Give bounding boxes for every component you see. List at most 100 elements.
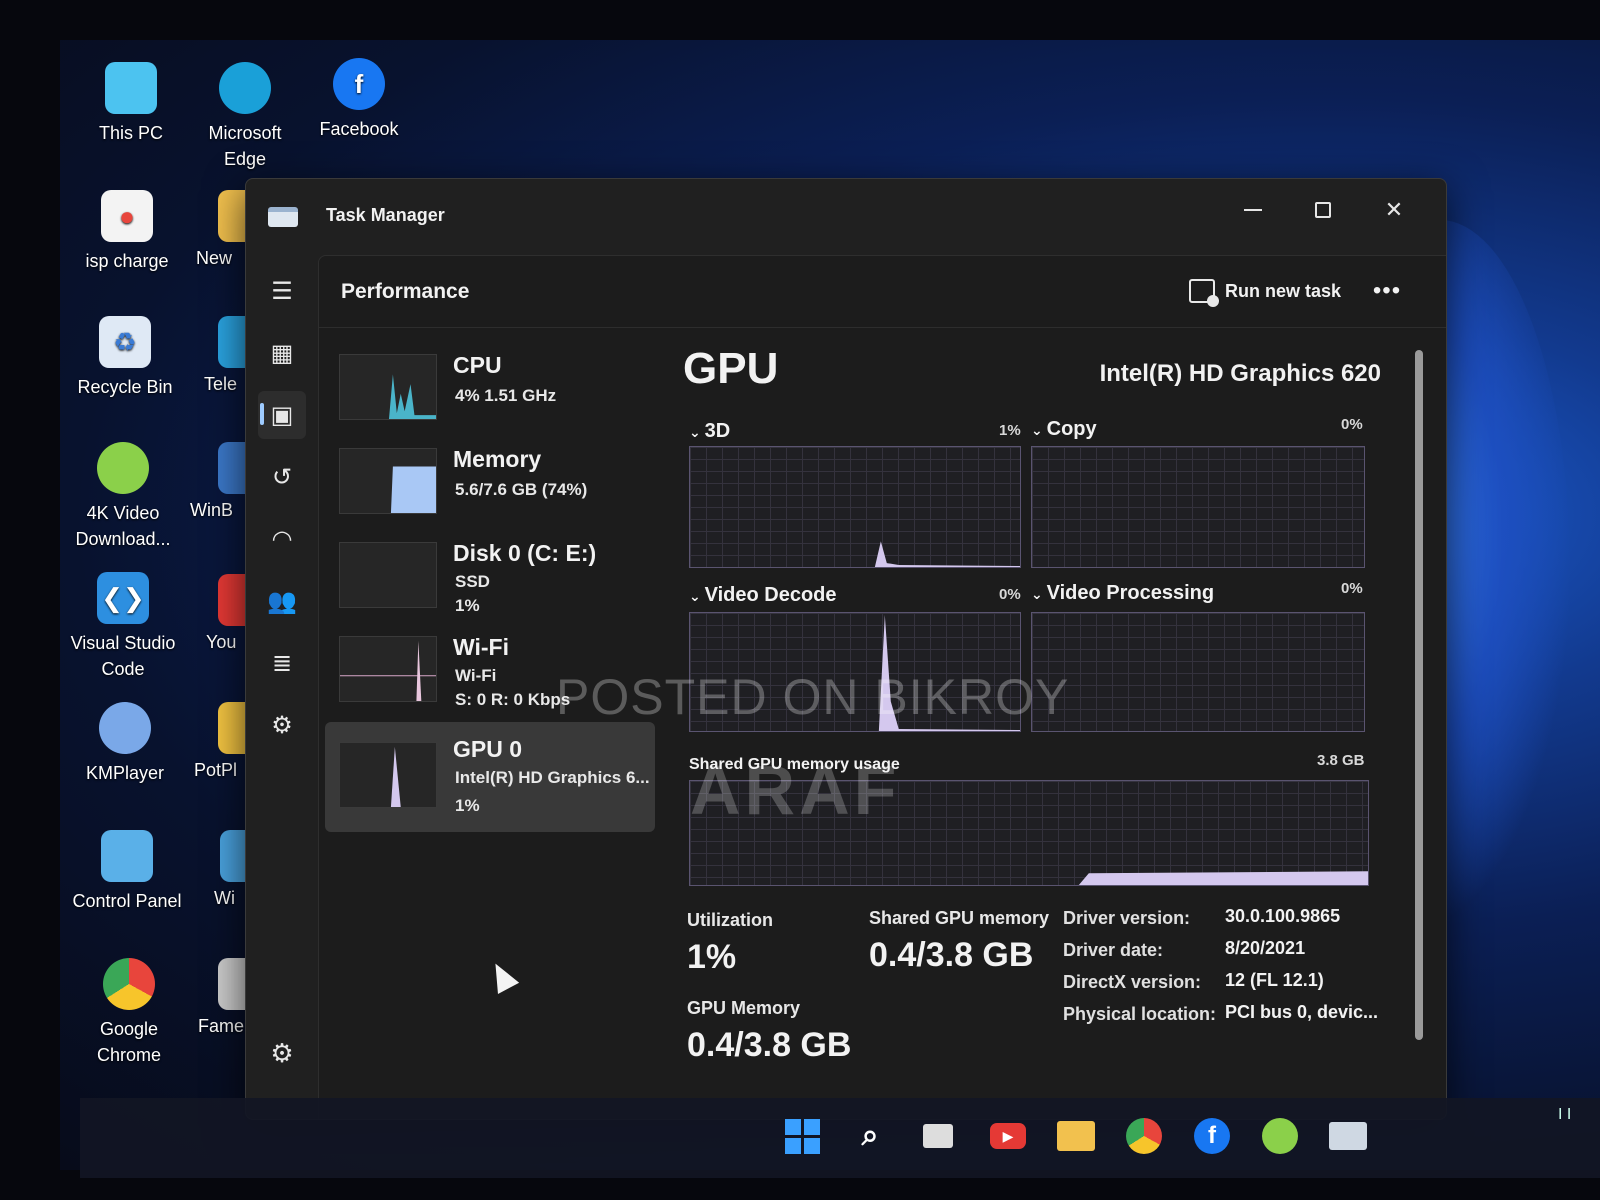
file-explorer-button[interactable]	[1054, 1114, 1098, 1158]
facebook-icon: f	[1194, 1118, 1230, 1154]
maximize-button[interactable]	[1299, 193, 1347, 227]
engine-copy-dropdown[interactable]: ⌄ Copy	[1031, 418, 1097, 441]
desktop-icon-isp-charge[interactable]: ● isp charge	[68, 190, 186, 274]
gear-icon: ⚙	[270, 1037, 294, 1068]
more-options-button[interactable]: •••	[1365, 270, 1409, 312]
close-button[interactable]: ✕	[1370, 193, 1418, 227]
driver-version-value: 30.0.100.9865	[1225, 906, 1341, 926]
desktop-icon-label: isp charge	[85, 251, 169, 271]
perf-item-disk[interactable]: Disk 0 (C: E:) SSD 1%	[325, 528, 655, 622]
vertical-scrollbar[interactable]	[1415, 350, 1423, 1040]
engine-video-decode-percent: 0%	[999, 586, 1021, 603]
perf-item-detail: 5.6/7.6 GB (74%)	[455, 480, 588, 499]
desktop-icon-vscode[interactable]: ❮❯ Visual Studio Code	[64, 572, 182, 682]
perf-item-cpu[interactable]: CPU 4% 1.51 GHz	[325, 340, 655, 434]
header-bar: Performance Run new task •••	[319, 256, 1446, 328]
desktop-icon-label: Tele	[204, 374, 238, 394]
desktop-icon-label: Google Chrome	[96, 1019, 162, 1065]
directx-version-value: 12 (FL 12.1)	[1225, 970, 1324, 990]
hamburger-icon: ☰	[271, 277, 293, 305]
desktop-icon-edge[interactable]: Microsoft Edge	[186, 62, 304, 172]
desktop-icon-label: This PC	[98, 123, 163, 143]
nav-services[interactable]: ⚙	[258, 701, 306, 749]
watermark-text: ARAF	[690, 751, 901, 829]
nav-users[interactable]: 👥	[258, 577, 306, 625]
shared-gpu-memory-label: Shared GPU memory	[869, 908, 1050, 928]
vscode-icon: ❮❯	[97, 572, 149, 624]
perf-item-detail: Wi-Fi	[455, 666, 497, 685]
search-button[interactable]: ⌕	[848, 1114, 892, 1158]
desktop-icon-recycle-bin[interactable]: ♻ Recycle Bin	[66, 316, 184, 400]
engine-video-processing-dropdown[interactable]: ⌄ Video Processing	[1031, 582, 1214, 605]
perf-item-gpu[interactable]: GPU 0 Intel(R) HD Graphics 6... 1%	[325, 722, 655, 832]
run-new-task-button[interactable]: Run new task	[1179, 270, 1351, 312]
desktop-icon-facebook[interactable]: f Facebook	[300, 58, 418, 142]
gpu-thumbnail-graph	[339, 742, 437, 808]
directx-version-label: DirectX version:	[1063, 972, 1202, 992]
perf-item-detail: Intel(R) HD Graphics 6...	[455, 768, 650, 787]
perf-item-memory[interactable]: Memory 5.6/7.6 GB (74%)	[325, 434, 655, 528]
perf-item-name: Wi-Fi	[453, 634, 509, 660]
desktop-icon-4k-video[interactable]: 4K Video Download...	[64, 442, 182, 552]
perf-item-detail: 4% 1.51 GHz	[455, 386, 557, 405]
run-new-task-label: Run new task	[1225, 280, 1342, 301]
potplayer-icon	[218, 702, 248, 754]
desktop-icon-kmplayer[interactable]: KMPlayer	[66, 702, 184, 786]
winbox-icon	[218, 442, 248, 494]
desktop-icon-youtube[interactable]: You	[206, 574, 248, 653]
engine-3d-dropdown[interactable]: ⌄ 3D	[689, 420, 730, 443]
details-list-icon: ≣	[271, 649, 293, 677]
desktop-icon-chrome[interactable]: Google Chrome	[70, 958, 188, 1068]
utilization-value: 1%	[687, 938, 737, 976]
nav-performance[interactable]: ▣	[258, 391, 306, 439]
gpu-memory-value: 0.4/3.8 GB	[687, 1026, 852, 1064]
engine-video-processing-percent: 0%	[1341, 580, 1363, 597]
task-manager-button[interactable]	[1326, 1114, 1370, 1158]
minimize-button[interactable]	[1229, 193, 1277, 227]
hamburger-menu-button[interactable]: ☰	[258, 267, 306, 315]
telegram-icon	[218, 316, 248, 368]
4k-video-icon	[97, 442, 149, 494]
4k-video-button[interactable]	[1258, 1114, 1302, 1158]
desktop-icon-winbox[interactable]: WinB	[190, 442, 248, 521]
4k-video-icon	[1262, 1118, 1298, 1154]
minimize-icon	[1244, 209, 1262, 211]
desktop-icon-label: PotPl	[194, 760, 238, 780]
kmplayer-icon	[99, 702, 151, 754]
history-icon: ↺	[271, 463, 293, 491]
desktop-icon-telegram[interactable]: Tele	[204, 316, 248, 395]
youtube-button[interactable]: ▶	[986, 1114, 1030, 1158]
facebook-button[interactable]: f	[1190, 1114, 1234, 1158]
watermark-text: POSTED ON BIKROY	[556, 669, 1070, 725]
desktop-icon-fame[interactable]: Fame	[198, 958, 248, 1037]
nav-processes[interactable]: ▦	[258, 329, 306, 377]
engine-video-decode-dropdown[interactable]: ⌄ Video Decode	[689, 584, 837, 607]
gpu-model-name: Intel(R) HD Graphics 620	[1099, 360, 1381, 387]
task-view-button[interactable]	[916, 1114, 960, 1158]
desktop-icon-label: Fame	[198, 1016, 245, 1036]
chrome-button[interactable]	[1122, 1114, 1166, 1158]
nav-startup-apps[interactable]: ◠	[258, 515, 306, 563]
window-title: Task Manager	[326, 205, 445, 225]
chrome-icon	[1126, 1118, 1162, 1154]
nav-rail: ☰ ▦ ▣ ↺ ◠ 👥 ≣ ⚙	[246, 255, 318, 1119]
taskbar: ⌕ ▶ f	[80, 1098, 1600, 1178]
processes-icon: ▦	[270, 339, 294, 367]
perf-item-name: CPU	[453, 352, 502, 378]
desktop-icon-new[interactable]: New	[196, 190, 248, 269]
start-button[interactable]	[780, 1114, 824, 1158]
desktop-icon-this-pc[interactable]: This PC	[72, 62, 190, 146]
edge-icon	[219, 62, 271, 114]
nav-details[interactable]: ≣	[258, 639, 306, 687]
desktop-icon-control-panel[interactable]: Control Panel	[68, 830, 186, 914]
title-bar[interactable]: Task Manager ✕	[246, 179, 1446, 255]
chevron-down-icon: ⌄	[689, 424, 705, 440]
desktop-icon-label: KMPlayer	[85, 763, 165, 783]
gpu-title: GPU	[683, 344, 779, 393]
perf-item-detail: SSD	[455, 572, 490, 591]
nav-app-history[interactable]: ↺	[258, 453, 306, 501]
desktop-icon-potplayer[interactable]: PotPl	[194, 702, 248, 781]
settings-button[interactable]: ⚙	[258, 1029, 306, 1077]
folder-icon	[218, 190, 248, 242]
performance-resource-list: CPU 4% 1.51 GHz Memory 5.6/7.6 GB (74%) …	[325, 340, 655, 832]
